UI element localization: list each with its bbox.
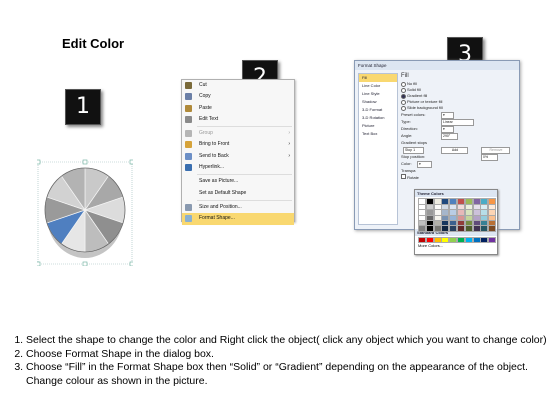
menu-separator (197, 199, 292, 201)
standard-color-swatch[interactable] (425, 236, 434, 243)
submenu-arrow-icon: › (288, 152, 290, 159)
menu-item-bring-to-front[interactable]: Bring to Front › (182, 139, 294, 150)
gradient-stops-label: Gradient stops (401, 140, 428, 145)
more-colors-link[interactable]: More Colors... (415, 243, 497, 248)
menu-item-label: Paste (199, 104, 212, 111)
menu-item-size-and-position[interactable]: Size and Position... (182, 202, 294, 213)
transparency-row: Transpa (401, 168, 416, 173)
menu-item-label: Copy (199, 93, 211, 100)
theme-colors-label: Theme Colors (415, 190, 497, 197)
menu-item-label: Set as Default Shape (199, 189, 247, 196)
standard-color-swatch[interactable] (488, 236, 497, 243)
size-position-icon (185, 203, 192, 211)
standard-color-swatch[interactable] (480, 236, 489, 243)
menu-item-save-as-picture[interactable]: Save as Picture... (182, 176, 294, 187)
dialog-tab-picture[interactable]: Picture (359, 122, 397, 130)
dialog-tab-line-color[interactable]: Line Color (359, 82, 397, 90)
hyperlink-icon (185, 164, 192, 172)
paste-icon (185, 104, 192, 112)
menu-item-copy[interactable]: Copy (182, 91, 294, 102)
menu-item-set-as-default-shape[interactable]: Set as Default Shape (182, 188, 294, 199)
color-row: Color: ▾ (401, 160, 515, 168)
color-palette-popup: Theme Colors Standard Colors More Colors… (414, 189, 498, 255)
theme-color-swatch[interactable] (441, 225, 450, 232)
menu-item-hyperlink[interactable]: Hyperlink... (182, 162, 294, 173)
dialog-tab-fill[interactable]: Fill (359, 74, 397, 82)
instruction-step: Choose Format Shape in the dialog box. (26, 348, 553, 362)
pie-shape[interactable] (35, 158, 135, 267)
theme-color-swatch[interactable] (472, 225, 481, 232)
edit-text-icon (185, 115, 192, 123)
theme-color-swatch[interactable] (433, 225, 442, 232)
dialog-tab-3-d-rotation[interactable]: 3-D Rotation (359, 114, 397, 122)
context-menu: Cut Copy Paste Edit Text Group › Bring to Fron… (181, 79, 295, 225)
theme-color-swatch[interactable] (457, 225, 465, 232)
menu-item-cut[interactable]: Cut (182, 80, 294, 91)
dialog-title: Format Shape (355, 61, 519, 70)
menu-item-label: Group (199, 130, 213, 137)
menu-item-label: Edit Text (199, 115, 219, 122)
menu-item-send-to-back[interactable]: Send to Back › (182, 151, 294, 162)
menu-separator (197, 174, 292, 176)
send-back-icon (185, 152, 192, 160)
standard-color-swatch[interactable] (449, 236, 458, 243)
standard-color-swatch[interactable] (457, 236, 465, 243)
standard-color-swatch[interactable] (464, 236, 473, 243)
page-title: Edit Color (62, 36, 125, 51)
menu-item-label: Save as Picture... (199, 178, 239, 185)
theme-color-swatch[interactable] (418, 225, 426, 232)
group-icon (185, 130, 192, 138)
stop-position-row: Stop position: 0% (401, 153, 515, 161)
dialog-tab-shadow[interactable]: Shadow (359, 98, 397, 106)
menu-item-paste[interactable]: Paste (182, 103, 294, 114)
theme-color-swatch[interactable] (488, 225, 497, 232)
rotate-checkbox[interactable] (401, 174, 406, 179)
instructions: Select the shape to change the color and… (8, 334, 553, 388)
standard-color-swatch[interactable] (441, 236, 450, 243)
scissors-icon (185, 82, 192, 89)
direction-row: Direction: ▾ (401, 125, 515, 133)
pie-graphic (35, 159, 135, 267)
menu-item-label: Format Shape... (199, 215, 235, 222)
standard-color-swatch[interactable] (472, 236, 481, 243)
theme-color-swatch[interactable] (464, 225, 473, 232)
instruction-step: Select the shape to change the color and… (26, 334, 553, 348)
dialog-tab-3-d-format[interactable]: 3-D Format (359, 106, 397, 114)
format-shape-icon (185, 215, 192, 223)
preset-colors-row: Preset colors: ▾ (401, 111, 515, 119)
rotate-row: Rotate (401, 174, 515, 181)
menu-item-label: Send to Back (199, 152, 229, 159)
theme-color-swatch[interactable] (480, 225, 489, 232)
theme-color-swatch[interactable] (449, 225, 458, 232)
menu-item-label: Size and Position... (199, 203, 242, 210)
menu-item-label: Bring to Front (199, 141, 230, 148)
dialog-tab-line-style[interactable]: Line Style (359, 90, 397, 98)
menu-item-format-shape[interactable]: Format Shape... (182, 213, 294, 225)
copy-icon (185, 93, 192, 101)
menu-separator (197, 126, 292, 128)
submenu-arrow-icon: › (288, 141, 290, 148)
dialog-tab-text-box[interactable]: Text Box (359, 130, 397, 138)
theme-color-swatch[interactable] (425, 225, 434, 232)
angle-row: Angle: 290° (401, 132, 515, 140)
menu-item-label: Cut (199, 82, 207, 88)
menu-item-edit-text[interactable]: Edit Text (182, 114, 294, 125)
menu-item-group[interactable]: Group › (182, 128, 294, 139)
type-row: Type: Linear (401, 118, 515, 126)
step-badge-1: 1 (65, 89, 101, 125)
instruction-step: Choose “Fill” in the Format Shape box th… (26, 361, 553, 388)
bring-front-icon (185, 141, 192, 149)
stops-row: Stop 1 Add Remove (401, 146, 515, 154)
submenu-arrow-icon: › (288, 130, 290, 137)
standard-color-swatch[interactable] (418, 236, 426, 243)
menu-item-label: Hyperlink... (199, 164, 225, 171)
dialog-sidebar: Fill Line Color Line Style Shadow 3-D Format… (358, 73, 398, 225)
standard-color-swatch[interactable] (433, 236, 442, 243)
fill-heading: Fill (401, 73, 409, 79)
